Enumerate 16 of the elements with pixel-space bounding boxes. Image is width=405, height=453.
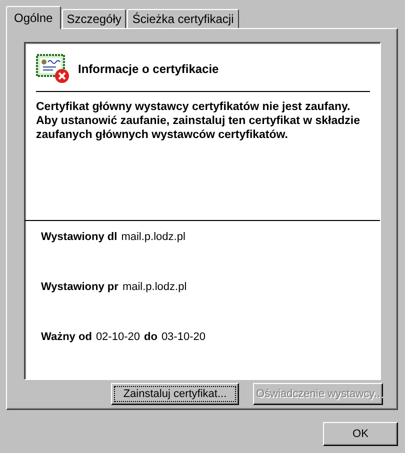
field-value: mail.p.lodz.pl (121, 231, 186, 243)
field-value: 03-10-20 (161, 331, 206, 343)
field-label: Wystawiony pr (41, 281, 118, 293)
field-label: do (144, 331, 158, 343)
field-label: Wystawiony dl (41, 231, 118, 243)
tab[interactable]: Ogólne (6, 6, 61, 29)
dialog-button[interactable]: Zainstaluj certyfikat... (111, 383, 239, 405)
field-value: 02-10-20 (96, 331, 140, 343)
tab[interactable]: Ścieżka certyfikacji (127, 9, 239, 28)
warning-message: Certyfikat główny wystawcy certyfikatów nie jest zaufany. Aby ustanowić zaufanie, zainstaluj ten certyfikat w składzie zaufanych głównych wystawców certyfikatów. (36, 100, 362, 143)
certificate-error-icon (36, 54, 70, 84)
field-value: mail.p.lodz.pl (122, 281, 187, 293)
tab[interactable]: Szczegóły (62, 9, 126, 28)
ok-button[interactable]: OK (323, 422, 398, 446)
field-label: Ważny od (41, 331, 92, 343)
info-title: Informacje o certyfikacie (78, 62, 219, 76)
